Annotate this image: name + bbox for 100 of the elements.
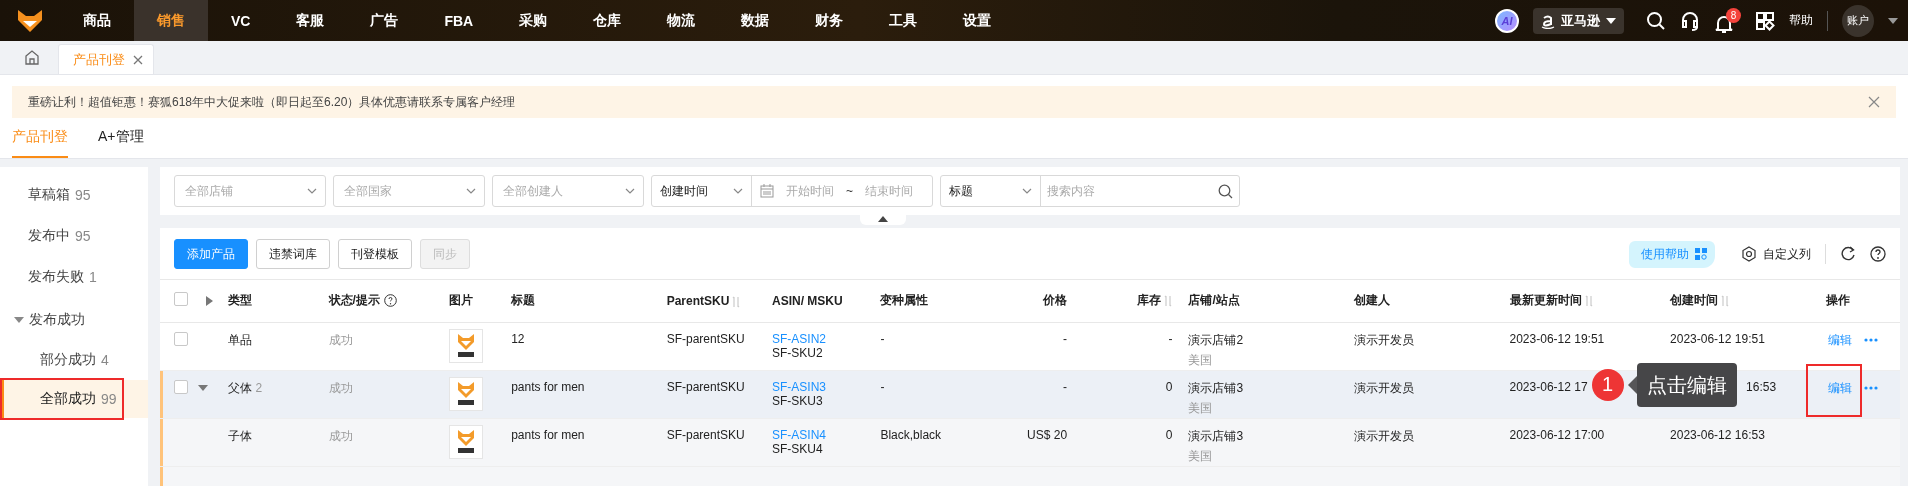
column-header: 标题	[511, 293, 536, 308]
headset-icon[interactable]	[1680, 10, 1700, 31]
creator-name: 演示开发员	[1354, 428, 1414, 443]
bell-icon[interactable]	[1714, 13, 1734, 34]
nav-menu-item[interactable]: 设置	[940, 0, 1015, 41]
notification-badge: 8	[1726, 7, 1741, 23]
column-header: ParentSKU	[666, 293, 730, 308]
status-text: 成功	[328, 332, 353, 347]
caret-down-icon[interactable]	[1888, 17, 1898, 24]
toolbar-button[interactable]: 违禁词库	[256, 239, 330, 269]
sidebar-item[interactable]: 发布失败 1	[0, 257, 148, 297]
nav-menu-item[interactable]: FBA	[421, 0, 497, 41]
column-header: 操作	[1825, 293, 1850, 308]
chevron-down-icon	[625, 188, 635, 194]
chevron-down-icon	[307, 188, 317, 194]
site-name: 美国	[1188, 351, 1214, 369]
update-time: 2023-06-12 17:00	[1509, 427, 1605, 442]
parent-sku: SF-parentSKU	[666, 331, 745, 346]
sidebar-item[interactable]: 发布中 95	[0, 216, 148, 256]
grid-icon[interactable]	[1755, 10, 1775, 31]
notice-text: 重磅让利！超值钜惠！赛狐618年中大促来啦（即日起至6.20）具体优惠请联系专属客户经理	[28, 93, 516, 111]
account-avatar[interactable]: 账户	[1842, 4, 1874, 37]
msku-text: SF-SKU3	[772, 393, 824, 408]
sidebar-item[interactable]: 草稿箱 95	[0, 175, 148, 215]
parent-sku: SF-parentSKU	[666, 379, 745, 394]
nav-menu-item[interactable]: 客服	[273, 0, 348, 41]
price-text: -	[1063, 331, 1068, 346]
product-title: pants for men	[511, 379, 585, 394]
column-header: 图片	[448, 293, 473, 308]
caret-down-icon	[14, 315, 24, 325]
column-header: 店铺/站点	[1188, 293, 1240, 308]
nav-menu-item[interactable]: 商品	[60, 0, 134, 41]
checkbox[interactable]	[174, 292, 188, 307]
column-header: 价格	[1043, 293, 1068, 308]
store-name: 演示店铺3	[1188, 379, 1245, 397]
column-header: 变种属性	[880, 293, 929, 308]
column-header: 类型	[228, 293, 253, 308]
nav-menu-item[interactable]: 采购	[496, 0, 571, 41]
checkbox[interactable]	[174, 331, 188, 346]
parent-sku: SF-parentSKU	[666, 427, 745, 442]
close-icon[interactable]	[133, 54, 143, 65]
column-header: 状态/提示	[328, 293, 380, 308]
nav-menu-item[interactable]: 广告	[347, 0, 422, 41]
column-header: 创建人	[1354, 293, 1390, 308]
help-link[interactable]: 帮助	[1789, 12, 1813, 29]
status-text: 成功	[328, 380, 353, 395]
product-title: 12	[511, 331, 525, 346]
caret-down-icon[interactable]	[198, 383, 209, 392]
tooltip: 点击编辑	[1627, 362, 1737, 407]
collapse-tab[interactable]	[860, 213, 906, 225]
create-time: 16:53	[1746, 379, 1777, 394]
site-name: 美国	[1188, 399, 1214, 417]
msku-text: SF-SKU2	[772, 345, 824, 360]
create-time: 2023-06-12 16:53	[1670, 427, 1765, 442]
checkbox[interactable]	[174, 379, 188, 394]
sidebar-item[interactable]: 发布成功	[0, 300, 148, 340]
tooltip-pointer-icon	[1627, 375, 1637, 394]
platform-dropdown[interactable]: 亚马逊	[1533, 7, 1624, 34]
status-text: 成功	[328, 428, 353, 443]
variation-text: -	[880, 379, 885, 394]
product-title: pants for men	[511, 427, 585, 442]
nav-menu-item[interactable]: 财务	[792, 0, 867, 41]
stock-text: 0	[1165, 379, 1173, 394]
home-icon[interactable]	[24, 49, 40, 65]
price-text: -	[1063, 379, 1068, 394]
refresh-icon[interactable]	[1840, 246, 1856, 262]
nav-menu-item[interactable]: 数据	[718, 0, 793, 41]
stock-text: -	[1168, 331, 1173, 346]
more-icon[interactable]	[1863, 386, 1878, 390]
column-header: 最新更新时间	[1509, 293, 1582, 308]
sub-tab[interactable]: A+管理	[98, 128, 144, 158]
sidebar-item[interactable]: 全部成功 99	[0, 380, 148, 418]
type-label: 父体 2	[228, 380, 263, 395]
store-name: 演示店铺3	[1188, 427, 1245, 445]
help-icon[interactable]	[1870, 246, 1886, 262]
nav-menu-item[interactable]: 销售	[134, 0, 208, 41]
nav-menu-item[interactable]: 物流	[644, 0, 719, 41]
more-icon[interactable]	[1863, 338, 1878, 342]
site-name: 美国	[1188, 447, 1214, 465]
nav-menu-item[interactable]: VC	[208, 0, 274, 41]
variation-text: Black,black	[880, 427, 942, 442]
toolbar-button[interactable]: 刊登模板	[338, 239, 412, 269]
chevron-down-icon	[466, 188, 476, 194]
column-header: ASIN/ MSKU	[772, 293, 843, 308]
update-time: 2023-06-12 19:51	[1509, 331, 1605, 346]
stock-text: 0	[1165, 427, 1173, 442]
nav-menu-item[interactable]: 仓库	[570, 0, 645, 41]
search-icon[interactable]	[1646, 10, 1666, 31]
creator-name: 演示开发员	[1354, 332, 1414, 347]
custom-columns-button[interactable]: 自定义列	[1741, 245, 1811, 263]
column-header: 库存	[1137, 293, 1162, 308]
store-name: 演示店铺2	[1188, 331, 1245, 349]
close-icon[interactable]	[1868, 96, 1880, 108]
msku-text: SF-SKU4	[772, 441, 824, 456]
nav-menu-item[interactable]: 工具	[866, 0, 941, 41]
caret-right-icon[interactable]	[206, 295, 214, 306]
settings-icon	[1741, 246, 1757, 262]
fox-logo-icon	[17, 8, 43, 33]
sidebar-item[interactable]: 部分成功 4	[0, 341, 148, 379]
type-label: 单品	[228, 332, 253, 347]
